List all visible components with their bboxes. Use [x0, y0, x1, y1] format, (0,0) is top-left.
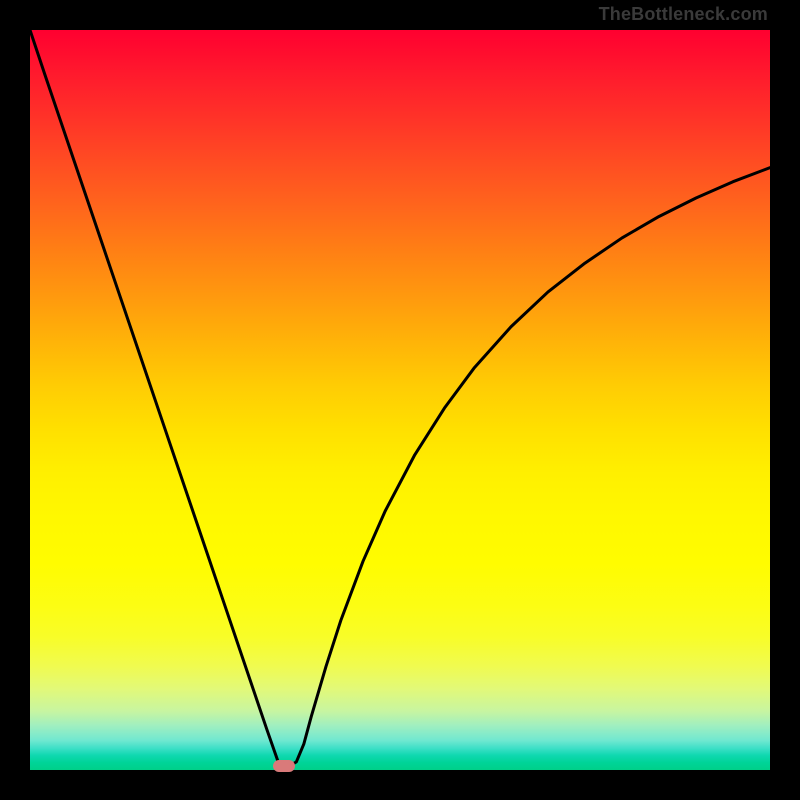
- watermark-text: TheBottleneck.com: [599, 4, 768, 25]
- bottleneck-curve: [30, 30, 770, 766]
- chart-container: TheBottleneck.com: [0, 0, 800, 800]
- optimal-point-marker: [273, 760, 295, 772]
- curve-svg: [30, 30, 770, 770]
- plot-area: [30, 30, 770, 770]
